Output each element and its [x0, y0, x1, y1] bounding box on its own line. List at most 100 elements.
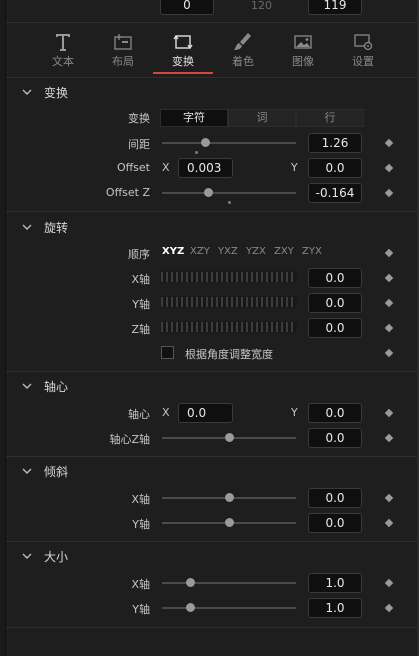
- skew-y-field[interactable]: 0.0: [308, 513, 362, 533]
- chevron-down-icon: [22, 224, 32, 230]
- rotation-z-field[interactable]: 0.0: [308, 318, 362, 338]
- offset-y-label: Y: [291, 161, 298, 174]
- pivot-z-keyframe-diamond[interactable]: [384, 433, 394, 443]
- rotation-x-field[interactable]: 0.0: [308, 268, 362, 288]
- layout-icon: [95, 31, 151, 53]
- offset-z-slider-handle[interactable]: [204, 188, 213, 197]
- rotation-y-keyframe-diamond[interactable]: [384, 298, 394, 308]
- top-right-field[interactable]: 119: [308, 0, 362, 15]
- tab-shading[interactable]: 着色: [215, 31, 271, 69]
- tab-text[interactable]: 文本: [35, 31, 91, 69]
- rotation-x-label: X轴: [131, 273, 150, 286]
- size-y-field[interactable]: 1.0: [308, 598, 362, 618]
- rotation-order-xzy[interactable]: XZY: [190, 246, 210, 257]
- offset-x-field[interactable]: 0.003: [178, 158, 233, 178]
- settings-icon: [335, 31, 391, 53]
- pivot-z-label: 轴心Z轴: [109, 433, 150, 446]
- rotation-x-keyframe-diamond[interactable]: [384, 273, 394, 283]
- mode-character[interactable]: 字符: [160, 109, 228, 127]
- transform-section-header[interactable]: 变换: [6, 77, 416, 107]
- adjust-width-by-angle-checkbox[interactable]: [161, 346, 174, 359]
- offset-z-slider-track[interactable]: [162, 192, 296, 194]
- size-x-slider-handle[interactable]: [186, 578, 195, 587]
- skew-x-keyframe-diamond[interactable]: [384, 493, 394, 503]
- size-y-slider-track[interactable]: [162, 607, 296, 609]
- offset-z-default-marker: [228, 201, 231, 204]
- mode-line[interactable]: 行: [296, 109, 364, 127]
- tab-transform[interactable]: 变换: [155, 31, 211, 69]
- size-x-field[interactable]: 1.0: [308, 573, 362, 593]
- skew-y-slider-handle[interactable]: [225, 518, 234, 527]
- size-section-header[interactable]: 大小: [6, 541, 416, 571]
- rotation-section-title: 旋转: [44, 221, 69, 235]
- rotation-z-label: Z轴: [131, 323, 150, 336]
- offset-label: Offset: [116, 161, 150, 174]
- skew-y-keyframe-diamond[interactable]: [384, 518, 394, 528]
- spacing-label: 间距: [128, 138, 150, 151]
- pivot-y-field[interactable]: 0.0: [308, 403, 362, 423]
- brush-icon: [215, 31, 271, 53]
- rotation-y-label: Y轴: [132, 298, 150, 311]
- active-tab-indicator: [153, 72, 213, 74]
- top-left-field[interactable]: 0: [160, 0, 214, 15]
- size-x-keyframe-diamond[interactable]: [384, 578, 394, 588]
- mode-word[interactable]: 词: [228, 109, 296, 127]
- pivot-z-slider-handle[interactable]: [225, 433, 234, 442]
- tab-settings[interactable]: 设置: [335, 31, 391, 69]
- offset-keyframe-diamond[interactable]: [384, 163, 394, 173]
- rotation-order-zyx[interactable]: ZYX: [302, 246, 322, 257]
- rotation-order-yxz[interactable]: YXZ: [218, 246, 238, 257]
- pivot-label: 轴心: [128, 408, 150, 421]
- pivot-keyframe-diamond[interactable]: [384, 408, 394, 418]
- offset-z-keyframe-diamond[interactable]: [384, 188, 394, 198]
- rotation-section-header[interactable]: 旋转: [6, 212, 416, 242]
- rotation-order-xyz[interactable]: XYZ: [162, 246, 184, 257]
- adjust-width-keyframe-diamond[interactable]: [384, 348, 394, 358]
- transform-icon: [155, 31, 211, 53]
- offset-z-label: Offset Z: [105, 186, 150, 199]
- pivot-section-header[interactable]: 轴心: [6, 371, 416, 401]
- size-x-label: X轴: [131, 578, 150, 591]
- size-y-label: Y轴: [132, 603, 150, 616]
- size-x-slider-track[interactable]: [162, 582, 296, 584]
- skew-section-header[interactable]: 倾斜: [6, 456, 416, 486]
- rotation-y-field[interactable]: 0.0: [308, 293, 362, 313]
- rotation-x-jog-wheel[interactable]: [160, 271, 297, 283]
- rotation-order-zxy[interactable]: ZXY: [274, 246, 294, 257]
- spacing-slider-handle[interactable]: [201, 138, 210, 147]
- top-divider: [6, 22, 417, 23]
- offset-x-label: X: [162, 161, 170, 174]
- tab-image[interactable]: 图像: [275, 31, 331, 69]
- offset-y-field[interactable]: 0.0: [308, 158, 362, 178]
- rotation-z-keyframe-diamond[interactable]: [384, 323, 394, 333]
- skew-section-title: 倾斜: [44, 465, 69, 479]
- rotation-order-yzx[interactable]: YZX: [246, 246, 266, 257]
- adjust-width-by-angle-label: 根据角度调整宽度: [185, 348, 273, 361]
- size-y-slider-handle[interactable]: [186, 603, 195, 612]
- skew-y-label: Y轴: [132, 518, 150, 531]
- tab-layout-label: 布局: [112, 55, 134, 68]
- offset-z-value-field[interactable]: -0.164: [308, 183, 362, 203]
- spacing-slider-track[interactable]: [162, 142, 296, 144]
- spacing-value-field[interactable]: 1.26: [308, 133, 362, 153]
- mode-label: 变换: [128, 112, 150, 125]
- tab-layout[interactable]: 布局: [95, 31, 151, 69]
- rotation-order-label: 顺序: [128, 248, 150, 261]
- spacing-keyframe-diamond[interactable]: [384, 138, 394, 148]
- chevron-down-icon: [22, 89, 32, 95]
- transform-section-title: 变换: [44, 86, 69, 100]
- pivot-z-field[interactable]: 0.0: [308, 428, 362, 448]
- tab-settings-label: 设置: [352, 55, 374, 68]
- rotation-z-jog-wheel[interactable]: [160, 321, 297, 333]
- rotation-order-keyframe-diamond[interactable]: [384, 248, 394, 258]
- skew-x-label: X轴: [131, 493, 150, 506]
- tab-transform-label: 变换: [172, 55, 194, 68]
- tab-shading-label: 着色: [232, 55, 254, 68]
- skew-x-slider-handle[interactable]: [225, 493, 234, 502]
- pivot-section-title: 轴心: [44, 380, 69, 394]
- size-y-keyframe-diamond[interactable]: [384, 603, 394, 613]
- chevron-down-icon: [22, 468, 32, 474]
- skew-x-field[interactable]: 0.0: [308, 488, 362, 508]
- pivot-x-field[interactable]: 0.0: [178, 403, 233, 423]
- rotation-y-jog-wheel[interactable]: [160, 296, 297, 308]
